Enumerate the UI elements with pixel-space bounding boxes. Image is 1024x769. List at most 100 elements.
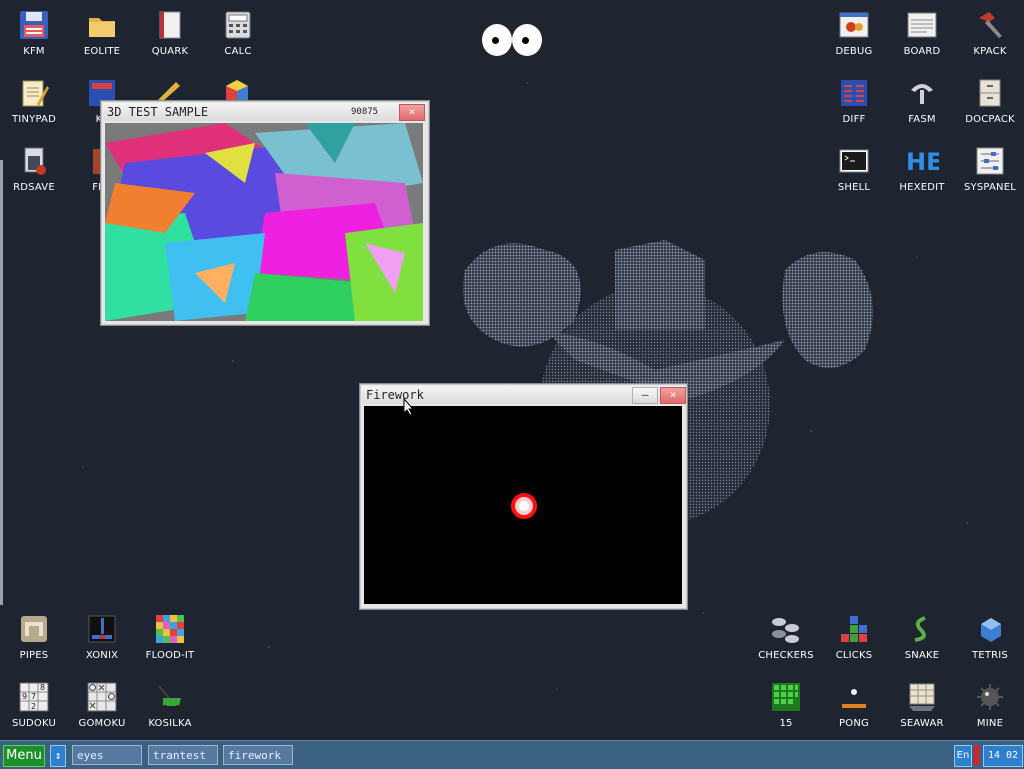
3d-render-canvas[interactable] — [105, 123, 423, 321]
icon-label: HEXEDIT — [899, 182, 945, 193]
terminal-icon — [837, 144, 871, 178]
icon-label: CHECKERS — [758, 650, 814, 661]
desktop-icon-rdsave[interactable]: RDSAVE — [0, 136, 68, 198]
window-title: 3D TEST SAMPLE — [107, 105, 209, 119]
icon-label: FASM — [908, 114, 936, 125]
taskbar-item-eyes[interactable]: eyes — [72, 745, 142, 765]
xonix-icon — [85, 612, 119, 646]
icon-label: CALC — [224, 46, 252, 57]
status-indicator — [974, 745, 979, 765]
taskbar-item-trantest[interactable]: trantest — [148, 745, 218, 765]
calculator-icon — [221, 8, 255, 42]
fasm-icon — [905, 76, 939, 110]
desktop-icon-mine[interactable]: MINE — [956, 672, 1024, 734]
pipes-icon — [17, 612, 51, 646]
checkers-icon — [769, 612, 803, 646]
icon-label: PIPES — [19, 650, 49, 661]
eyes-widget[interactable] — [480, 24, 542, 56]
floppy-icon — [17, 8, 51, 42]
desktop-icon-pong[interactable]: PONG — [820, 672, 888, 734]
sliders-icon — [973, 144, 1007, 178]
desktop-icon-15[interactable]: 15 — [752, 672, 820, 734]
desktop-icon-tetris[interactable]: TETRIS — [956, 604, 1024, 666]
right-eye — [512, 24, 542, 56]
desktop-icon-calc[interactable]: CALC — [204, 0, 272, 62]
seawar-icon — [905, 680, 939, 714]
icon-label: KPACK — [973, 46, 1007, 57]
minimize-button[interactable]: – — [632, 387, 658, 404]
icon-label: TINYPAD — [12, 114, 56, 125]
hexedit-icon: HE — [905, 144, 939, 178]
taskbar: Menu ↕ eyes trantest firework En 14 02 — [0, 740, 1024, 769]
svg-text:2: 2 — [31, 702, 36, 711]
icon-label: 15 — [779, 718, 793, 729]
desktop-icon-snake[interactable]: SNAKE — [888, 604, 956, 666]
pong-icon — [837, 680, 871, 714]
desktop-icon-kfm[interactable]: KFM — [0, 0, 68, 62]
desktop-icon-docpack[interactable]: DOCPACK — [956, 68, 1024, 130]
icon-label: EOLITE — [83, 46, 121, 57]
desktop-icon-flood-it[interactable]: FLOOD-IT — [136, 604, 204, 666]
svg-text:HE: HE — [906, 148, 939, 176]
hammer-icon — [973, 8, 1007, 42]
icon-label: FLOOD-IT — [145, 650, 195, 661]
pencil-icon — [156, 78, 182, 102]
icon-label: XONIX — [85, 650, 119, 661]
firework-canvas[interactable] — [364, 406, 682, 604]
icon-label: SHELL — [837, 182, 871, 193]
svg-text:7: 7 — [31, 692, 36, 701]
desktop-icon-quark[interactable]: QUARK — [136, 0, 204, 62]
sudoku-icon: 978 2 — [17, 680, 51, 714]
window-titlebar[interactable]: 3D TEST SAMPLE 90875 × — [103, 103, 427, 121]
desktop-icon-fasm[interactable]: FASM — [888, 68, 956, 130]
diff-icon — [837, 76, 871, 110]
window-switch-button[interactable]: ↕ — [50, 745, 66, 767]
desktop-icon-kpack[interactable]: KPACK — [956, 0, 1024, 62]
desktop-icon-xonix[interactable]: XONIX — [68, 604, 136, 666]
desktop-icon-eolite[interactable]: EOLITE — [68, 0, 136, 62]
tetris-icon — [973, 612, 1007, 646]
desktop-icon-syspanel[interactable]: SYSPANEL — [956, 136, 1024, 198]
icon-label: DIFF — [842, 114, 866, 125]
close-button[interactable]: × — [399, 104, 425, 121]
close-button[interactable]: × — [660, 387, 686, 404]
desktop-icon-clicks[interactable]: CLICKS — [820, 604, 888, 666]
cabinet-icon — [973, 76, 1007, 110]
rdsave-icon — [17, 144, 51, 178]
icon-label: QUARK — [151, 46, 189, 57]
desktop-icon-checkers[interactable]: CHECKERS — [752, 604, 820, 666]
mouse-cursor-icon — [403, 398, 415, 416]
language-indicator[interactable]: En — [954, 745, 972, 767]
notepad-icon — [17, 76, 51, 110]
desktop-icon-tinypad[interactable]: TINYPAD — [0, 68, 68, 130]
svg-text:9: 9 — [22, 692, 27, 701]
desktop-icon-gomoku[interactable]: GOMOKU — [68, 672, 136, 734]
window-3d-test[interactable]: 3D TEST SAMPLE 90875 × — [100, 100, 430, 326]
desktop-icon-seawar[interactable]: SEAWAR — [888, 672, 956, 734]
window-firework[interactable]: Firework – × — [359, 383, 688, 610]
window-title: Firework — [366, 388, 424, 402]
icon-label: SNAKE — [904, 650, 940, 661]
icon-label: PONG — [839, 718, 869, 729]
flood-icon — [153, 612, 187, 646]
desktop-icon-kosilka[interactable]: KOSILKA — [136, 672, 204, 734]
clock[interactable]: 14 02 — [983, 745, 1023, 767]
window-title-extra: 90875 — [351, 107, 379, 117]
desktop-icon-debug[interactable]: DEBUG — [820, 0, 888, 62]
desktop-icon-shell[interactable]: SHELL — [820, 136, 888, 198]
icon-label: BOARD — [903, 46, 941, 57]
snake-icon — [905, 612, 939, 646]
icon-label: GOMOKU — [78, 718, 126, 729]
desktop-icon-pipes[interactable]: PIPES — [0, 604, 68, 666]
gomoku-icon — [85, 680, 119, 714]
mine-icon — [973, 680, 1007, 714]
desktop-icon-diff[interactable]: DIFF — [820, 68, 888, 130]
icon-label: TETRIS — [972, 650, 1008, 661]
board-icon — [905, 8, 939, 42]
taskbar-item-firework[interactable]: firework — [223, 745, 293, 765]
bug-icon — [837, 8, 871, 42]
desktop-icon-board[interactable]: BOARD — [888, 0, 956, 62]
desktop-icon-hexedit[interactable]: HE HEXEDIT — [888, 136, 956, 198]
desktop-icon-sudoku[interactable]: 978 2 SUDOKU — [0, 672, 68, 734]
menu-button[interactable]: Menu — [3, 745, 45, 767]
